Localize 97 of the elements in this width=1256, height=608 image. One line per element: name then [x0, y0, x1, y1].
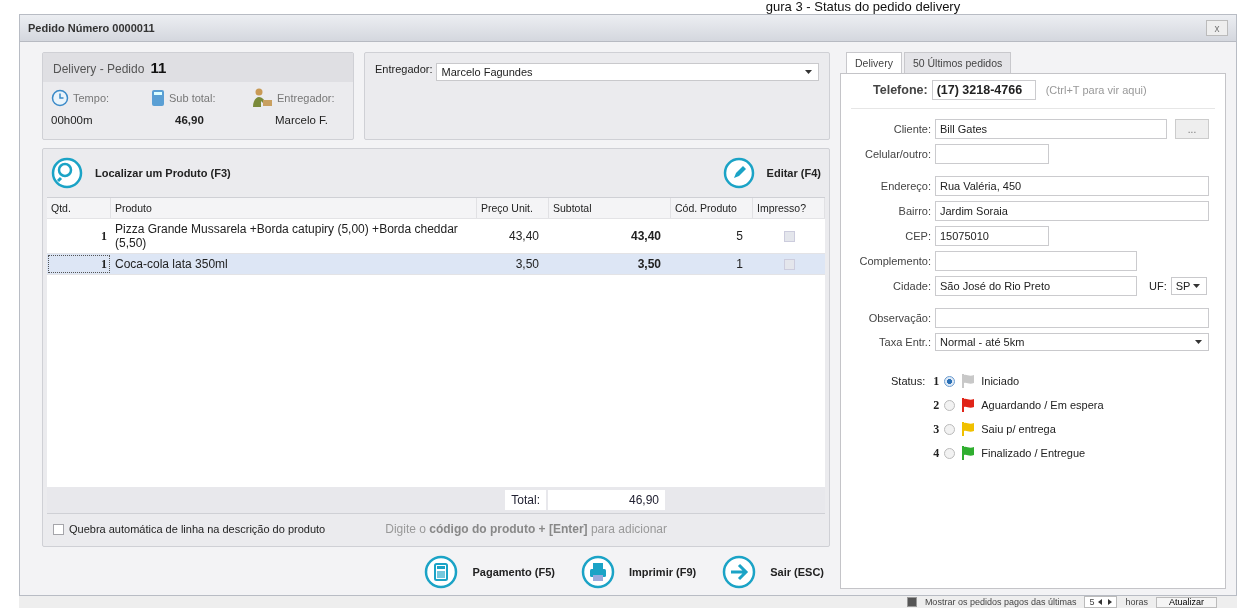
browse-button[interactable]: ...: [1175, 119, 1209, 139]
state-label: UF:: [1149, 280, 1167, 292]
tab[interactable]: Delivery: [846, 52, 902, 73]
pencil-icon: [722, 157, 755, 189]
client-field[interactable]: Bill Gates: [935, 119, 1167, 139]
subtotal-cell-text: 43,40: [629, 228, 662, 245]
address-label: Endereço:: [879, 180, 931, 192]
printer-icon: [580, 555, 615, 589]
paid-orders-checkbox[interactable]: [906, 597, 917, 607]
state-select[interactable]: SP: [1170, 277, 1207, 295]
order-heading: Delivery - Pedido: [53, 62, 145, 76]
column-header: Preço Unit.: [477, 198, 549, 218]
payment-button[interactable]: Pagamento (F5): [424, 555, 555, 589]
status-option-label: Aguardando / Em espera: [981, 399, 1104, 411]
add-product-hint: Digite o código do produto + [Enter] para adicionar: [385, 522, 667, 536]
line-wrap-checkbox[interactable]: [53, 523, 64, 535]
status-option-label: Saiu p/ entrega: [981, 423, 1056, 435]
dropdown-caret-icon: [1195, 340, 1202, 344]
status-label: Status:: [891, 374, 926, 389]
column-header: Produto: [111, 198, 477, 218]
complement-label: Complemento:: [858, 255, 931, 267]
calculator-icon: [424, 555, 459, 589]
subtotal-cell-text: 3,50: [636, 256, 662, 273]
tab[interactable]: 50 Últimos pedidos: [903, 52, 1012, 73]
district-label: Bairro:: [897, 205, 931, 217]
hours-label: horas: [1125, 597, 1148, 607]
status-option-label: Finalizado / Entregue: [981, 447, 1086, 459]
column-header: Impresso?: [753, 198, 825, 218]
fee-label: Taxa Entr.:: [878, 336, 931, 348]
product-cell-text: Coca-cola lata 350ml: [114, 256, 229, 273]
status-number: 3: [933, 421, 940, 437]
search-icon: [51, 157, 83, 189]
product-cell-text: Pizza Grande Mussarela +Borda catupiry (5,00) +Borda cheddar (5,50): [114, 221, 459, 252]
edit-button[interactable]: Editar (F4): [722, 157, 821, 189]
status-option-label: Iniciado: [981, 375, 1020, 387]
total-value: 46,90: [548, 490, 665, 510]
close-button[interactable]: x: [1206, 20, 1228, 36]
courier-label: Entregador:: [277, 92, 335, 104]
status-radio[interactable]: [944, 399, 956, 411]
column-header: Cód. Produto: [671, 198, 753, 218]
status-number: 1: [933, 373, 940, 389]
status-radio[interactable]: [944, 375, 956, 387]
print-button[interactable]: Imprimir (F9): [580, 555, 697, 589]
notes-field[interactable]: [935, 308, 1209, 328]
courier-name: Marcelo F.: [274, 114, 330, 126]
zip-field[interactable]: 15075010: [935, 226, 1049, 246]
subtotal-label: Sub total:: [169, 92, 216, 104]
city-field[interactable]: São José do Rio Preto: [935, 276, 1137, 296]
printed-checkbox[interactable]: [783, 230, 795, 242]
calculator-icon: [151, 89, 165, 107]
phone-label: Telefone:: [873, 83, 928, 97]
product-row[interactable]: 1 Coca-cola lata 350ml 3,50 3,50 1: [47, 254, 825, 275]
status-number: 2: [933, 397, 940, 413]
phone-field[interactable]: (17) 3218-4766: [931, 80, 1036, 100]
courier-icon: [251, 88, 273, 108]
hours-spinner[interactable]: 5: [1084, 596, 1118, 608]
line-wrap-label: Quebra automática de linha na descrição do produto: [69, 523, 326, 535]
printed-checkbox[interactable]: [783, 258, 795, 270]
status-radio[interactable]: [944, 447, 956, 459]
dropdown-caret-icon: [805, 70, 812, 74]
mobile-field[interactable]: [935, 144, 1049, 164]
column-header: Qtd.: [47, 198, 111, 218]
price-cell-text: 43,40: [507, 228, 540, 245]
code-cell-text: 1: [735, 256, 744, 273]
time-label: Tempo:: [73, 92, 110, 104]
status-radio[interactable]: [944, 423, 956, 435]
courier-select[interactable]: Marcelo Fagundes: [436, 63, 819, 81]
zip-label: CEP:: [904, 230, 931, 242]
delivery-fee-select[interactable]: Normal - até 5km: [935, 333, 1209, 351]
notes-label: Observação:: [867, 312, 931, 324]
dropdown-caret-icon: [1192, 284, 1200, 288]
quantity-cell: 1: [47, 254, 111, 274]
window-title: Pedido Número 0000011: [28, 22, 155, 34]
paid-orders-label: Mostrar os pedidos pagos das últimas: [924, 597, 1077, 607]
mobile-label: Celular/outro:: [863, 148, 931, 160]
total-label: Total:: [505, 490, 546, 510]
exit-button[interactable]: Sair (ESC): [722, 555, 824, 589]
time-value: 00h00m: [51, 114, 94, 126]
address-field[interactable]: Rua Valéria, 450: [935, 176, 1209, 196]
figure-caption: gura 3 - Status do pedido delivery: [764, 0, 961, 14]
code-cell-text: 5: [735, 228, 744, 245]
order-number: 11: [150, 59, 167, 76]
complement-field[interactable]: [935, 251, 1137, 271]
subtotal-value: 46,90: [174, 114, 205, 126]
status-number: 4: [933, 445, 940, 461]
clock-icon: [51, 89, 69, 107]
spin-arrows-icon: [1098, 599, 1113, 605]
refresh-button[interactable]: Atualizar: [1156, 596, 1217, 608]
district-field[interactable]: Jardim Soraia: [935, 201, 1209, 221]
courier-select-label: Entregador:: [375, 63, 433, 75]
quantity-cell-text: 1: [100, 228, 108, 245]
price-cell-text: 3,50: [514, 256, 540, 273]
city-label: Cidade:: [892, 280, 931, 292]
column-header: Subtotal: [549, 198, 671, 218]
phone-shortcut-hint: (Ctrl+T para vir aqui): [1045, 84, 1147, 96]
search-product-button[interactable]: Localizar um Produto (F3): [51, 157, 231, 189]
client-label: Cliente:: [892, 123, 931, 135]
